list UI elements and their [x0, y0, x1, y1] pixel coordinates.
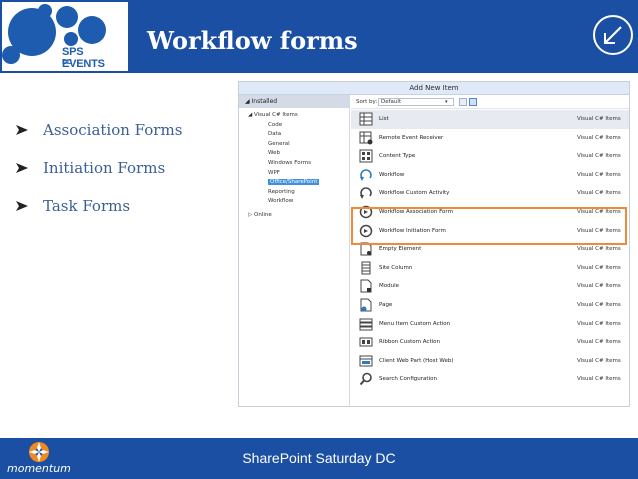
bullet-item: Initiation Forms [16, 158, 182, 178]
item-type: Visual C# Items [577, 357, 621, 364]
list-item[interactable]: Site Column Visual C# Items [351, 259, 629, 278]
item-list: List Visual C# Items Remote Event Receiv… [351, 110, 629, 389]
item-type: Visual C# Items [577, 339, 621, 346]
list-item[interactable]: Workflow Visual C# Items [351, 166, 629, 185]
item-name: Menu Item Custom Action [379, 320, 451, 327]
list-item[interactable]: Content Type Visual C# Items [351, 147, 629, 166]
template-tree: ◢ Installed ◢ Visual C# Items Code Data … [239, 95, 350, 406]
item-name: Workflow [379, 171, 405, 178]
tree-item-general[interactable]: General [239, 140, 349, 150]
bullet-label: Initiation Forms [43, 159, 166, 177]
site-column-icon [361, 261, 371, 275]
list-item[interactable]: Module Visual C# Items [351, 277, 629, 296]
workflow-icon [360, 168, 372, 181]
logo-text: SPS EVENTS [62, 46, 105, 70]
web-part-icon [359, 355, 373, 367]
dialog-title: Add New Item [239, 82, 629, 95]
item-name: Workflow Custom Activity [379, 190, 450, 197]
item-name: Search Configuration [379, 376, 437, 383]
item-type: Visual C# Items [577, 190, 621, 197]
workflow-forms-highlight [351, 207, 627, 245]
logo-sub: DC [62, 59, 73, 66]
item-type: Visual C# Items [577, 301, 621, 308]
footer-bar: momentum SharePoint Saturday DC [0, 438, 638, 479]
item-type: Visual C# Items [577, 153, 621, 160]
tree-item-online[interactable]: ▷ Online [239, 211, 349, 221]
item-name: Module [379, 283, 399, 290]
item-type: Visual C# Items [577, 320, 621, 327]
item-type: Visual C# Items [577, 264, 621, 271]
tree-item-wpf[interactable]: WPF [239, 169, 349, 179]
arrow-bullet-icon [16, 163, 28, 173]
bullet-label: Task Forms [43, 197, 131, 215]
item-name: Site Column [379, 264, 413, 271]
item-type: Visual C# Items [577, 376, 621, 383]
tree-item-code[interactable]: Code [239, 121, 349, 131]
module-icon [360, 279, 372, 293]
menu-action-icon [359, 318, 373, 331]
item-type: Visual C# Items [577, 116, 621, 122]
list-icon [359, 112, 373, 126]
bullet-item: Task Forms [16, 196, 182, 216]
bullet-label: Association Forms [43, 121, 183, 139]
workflow-activity-icon [360, 187, 372, 200]
event-receiver-icon [359, 131, 373, 145]
page-icon [360, 298, 372, 312]
item-type: Visual C# Items [577, 283, 621, 290]
list-item[interactable]: Workflow Custom Activity Visual C# Items [351, 184, 629, 203]
page-title: Workflow forms [147, 26, 358, 55]
list-item[interactable]: Search Configuration Visual C# Items [351, 370, 629, 389]
search-icon [359, 373, 372, 386]
list-item[interactable]: Page Visual C# Items [351, 296, 629, 315]
item-type: Visual C# Items [577, 134, 621, 141]
tree-root-visual-csharp[interactable]: ◢ Visual C# Items [239, 111, 349, 121]
list-item[interactable]: Remote Event Receiver Visual C# Items [351, 129, 629, 148]
sort-bar: Sort by: Default ▾ [351, 95, 629, 109]
header-bar: SPS EVENTS DC Workflow forms [0, 0, 638, 73]
list-item[interactable]: Client Web Part (Host Web) Visual C# Ite… [351, 352, 629, 371]
tree-item-web[interactable]: Web [239, 149, 349, 159]
item-name: Ribbon Custom Action [379, 339, 440, 346]
list-view-icon[interactable] [469, 98, 477, 106]
item-type: Visual C# Items [577, 171, 621, 178]
chevron-down-icon[interactable]: ▾ [445, 95, 448, 109]
tree-item-data[interactable]: Data [239, 130, 349, 140]
list-item[interactable]: Menu Item Custom Action Visual C# Items [351, 315, 629, 334]
list-item[interactable]: Ribbon Custom Action Visual C# Items [351, 333, 629, 352]
item-name: Content Type [379, 153, 416, 160]
sort-select[interactable]: Default [378, 98, 454, 106]
sps-events-logo: SPS EVENTS DC [2, 2, 128, 71]
ribbon-action-icon [359, 337, 373, 347]
tree-item-windows-forms[interactable]: Windows Forms [239, 159, 349, 169]
tree-item-office-sharepoint[interactable]: Office/SharePoint [239, 178, 349, 188]
item-name: Page [379, 301, 393, 308]
content-type-icon [359, 149, 373, 163]
list-item[interactable]: List Visual C# Items [351, 110, 629, 129]
item-name: Remote Event Receiver [379, 134, 444, 141]
arrow-down-left-circle-icon [593, 15, 633, 55]
tree-item-reporting[interactable]: Reporting [239, 188, 349, 198]
item-name: Client Web Part (Host Web) [379, 357, 454, 364]
installed-header[interactable]: ◢ Installed [239, 95, 349, 108]
tree-item-workflow[interactable]: Workflow [239, 197, 349, 207]
bullet-list: Association Forms Initiation Forms Task … [16, 120, 182, 234]
grid-view-icon[interactable] [459, 98, 467, 106]
arrow-bullet-icon [16, 201, 28, 211]
item-name: List [379, 116, 389, 122]
sort-label: Sort by: [356, 99, 378, 105]
bullet-item: Association Forms [16, 120, 182, 140]
footer-text: SharePoint Saturday DC [242, 450, 396, 466]
arrow-bullet-icon [16, 125, 28, 135]
